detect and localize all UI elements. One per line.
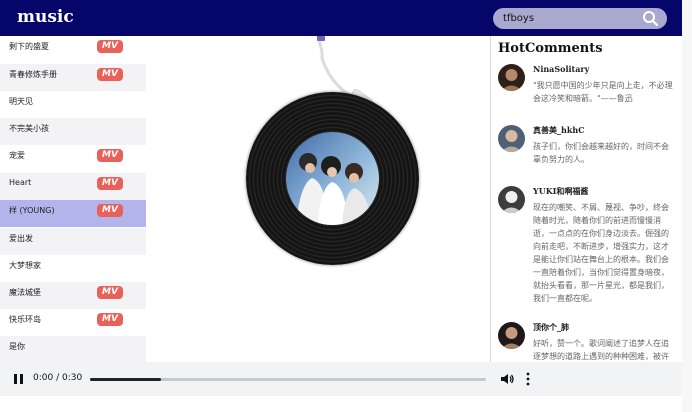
song-title: 宠爱 xyxy=(9,151,25,160)
mv-button[interactable]: MV xyxy=(97,286,123,299)
song-title: 快乐环岛 xyxy=(9,315,41,324)
song-item[interactable]: 不完美小孩 xyxy=(0,118,146,145)
comment-text: 好听，赞一个。歌词阐述了追梦人在追逐梦想的道路上遇到的种种困难，被许多人嘲笑 xyxy=(533,339,669,361)
avatar[interactable] xyxy=(498,322,525,349)
song-item[interactable]: 样 (YOUNG) MV xyxy=(0,200,146,227)
player-stage xyxy=(146,36,490,362)
song-title: 爱出发 xyxy=(9,234,33,243)
song-title: 样 (YOUNG) xyxy=(9,206,55,215)
mv-button[interactable]: MV xyxy=(97,40,123,53)
song-title: 是你 xyxy=(9,342,25,351)
music-app: music 剩下的盛夏 MV 青春修炼手册 MV 明天见不完美小孩宠爱 MV Heart MV… xyxy=(0,0,692,412)
time-display: 0:00 / 0:30 xyxy=(33,373,83,383)
comment-username[interactable]: YUKI和啊福酱 xyxy=(533,186,588,197)
song-item[interactable]: 魔法城堡 MV xyxy=(0,282,146,309)
avatar[interactable] xyxy=(498,186,525,213)
song-item[interactable]: 宠爱 MV xyxy=(0,145,146,172)
search-icon[interactable] xyxy=(642,10,659,27)
song-item[interactable]: 大梦想家 xyxy=(0,255,146,282)
mv-button[interactable]: MV xyxy=(97,149,123,162)
song-title: 剩下的盛夏 xyxy=(9,42,49,51)
comment-text: 孩子们，你们会越来越好的，时间不会辜负努力的人。 xyxy=(533,142,669,164)
mv-button[interactable]: MV xyxy=(97,177,123,190)
comment-username[interactable]: 真善美_hkhC xyxy=(533,125,585,136)
comment-username[interactable]: NinaSolitary xyxy=(533,64,589,74)
comments-title: HotComments xyxy=(498,41,603,56)
search-box[interactable] xyxy=(493,8,667,29)
song-list: 剩下的盛夏 MV 青春修炼手册 MV 明天见 不完美小孩 宠爱 MV Heart MV 样 (YOU… xyxy=(0,36,146,362)
comment-text: 现在的嘲笑、不屑、蔑视、争吵，终会随着时光，随着你们的前进而慢慢消逝，一点点的在… xyxy=(533,203,669,303)
album-cover-image xyxy=(286,132,379,225)
song-item[interactable]: 青春修炼手册 MV xyxy=(0,64,146,91)
song-title: 明天见 xyxy=(9,97,33,106)
comment-username[interactable]: 顶你个_肺 xyxy=(533,322,569,333)
more-vert-icon[interactable] xyxy=(525,372,531,386)
vinyl-record[interactable] xyxy=(246,92,419,265)
search-input[interactable] xyxy=(503,8,633,29)
song-title: 青春修炼手册 xyxy=(9,70,57,79)
song-title: 大梦想家 xyxy=(9,261,41,270)
page-scroll-track xyxy=(682,0,692,412)
mv-button[interactable]: MV xyxy=(97,313,123,326)
progress-bar[interactable] xyxy=(90,378,486,381)
volume-icon[interactable] xyxy=(500,372,514,386)
song-title: 不完美小孩 xyxy=(9,124,49,133)
mv-button[interactable]: MV xyxy=(97,204,123,217)
avatar[interactable] xyxy=(498,125,525,152)
mv-button[interactable]: MV xyxy=(97,68,123,81)
top-bar: music xyxy=(0,0,682,36)
song-item[interactable]: 爱出发 xyxy=(0,228,146,255)
song-title: 魔法城堡 xyxy=(9,288,41,297)
progress-fill xyxy=(90,378,162,381)
hot-comments-panel: HotComments NinaSolitary "我只愿中国的少年只是向上走，不… xyxy=(491,36,682,362)
song-item[interactable]: 明天见 xyxy=(0,91,146,118)
song-item[interactable]: Heart MV xyxy=(0,173,146,200)
song-item[interactable]: 是你 xyxy=(0,336,146,362)
app-logo: music xyxy=(17,7,74,27)
song-title: Heart xyxy=(9,178,32,187)
audio-player: 0:00 / 0:30 xyxy=(0,362,682,396)
song-item[interactable]: 剩下的盛夏 MV xyxy=(0,36,146,63)
comment-text: "我只愿中国的少年只是向上走，不必理会这冷笑和暗箭。"——鲁迅 xyxy=(533,81,673,103)
pause-icon[interactable] xyxy=(13,373,25,385)
avatar[interactable] xyxy=(498,64,525,91)
song-item[interactable]: 快乐环岛 MV xyxy=(0,309,146,336)
